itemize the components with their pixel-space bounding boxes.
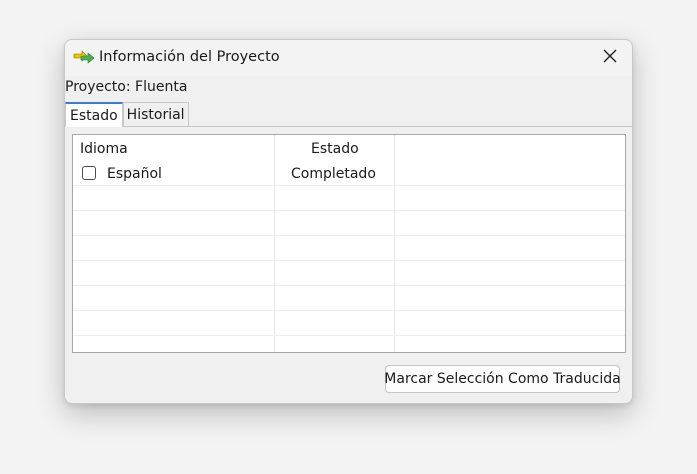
project-name-label: Proyecto: Fluenta [65,79,188,95]
column-separator [274,135,275,352]
row-divider [73,285,625,286]
row-divider [73,235,625,236]
row-divider [73,310,625,311]
language-status-table[interactable]: Idioma Estado Español Completado [72,134,626,353]
row-divider [73,185,625,186]
title-bar: Información del Proyecto [65,40,632,76]
tab-historial[interactable]: Historial [122,102,189,126]
close-button[interactable] [588,40,632,76]
column-header-idioma[interactable]: Idioma [80,141,128,157]
column-separator [394,135,395,352]
row-checkbox[interactable] [82,166,96,180]
window-title: Información del Proyecto [99,49,280,65]
row-divider [73,260,625,261]
language-cell: Español [107,166,162,182]
tab-estado[interactable]: Estado [65,102,123,127]
project-info-dialog: Información del Proyecto Proyecto: Fluen… [64,39,633,404]
status-cell: Completado [291,166,376,182]
close-icon [603,49,617,67]
row-divider [73,210,625,211]
tab-bar: Estado Historial [65,102,189,127]
column-header-estado[interactable]: Estado [311,141,359,157]
tab-divider [65,126,632,127]
arrow-app-icon [73,50,95,64]
row-divider [73,335,625,336]
mark-as-translated-button[interactable]: Marcar Selección Como Traducida [384,365,621,393]
